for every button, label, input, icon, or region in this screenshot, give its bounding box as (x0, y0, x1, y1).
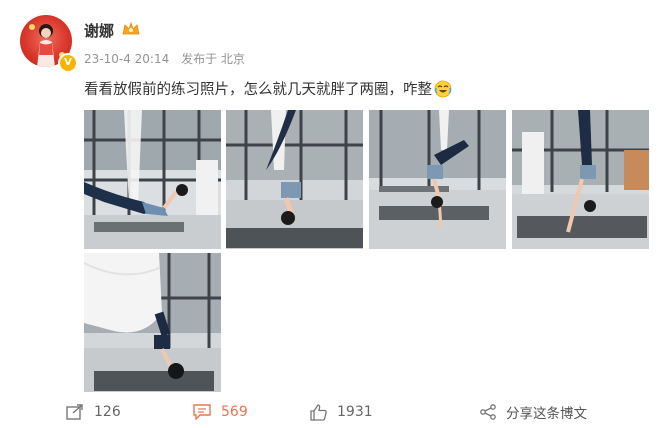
laugh-cry-emoji-icon (434, 80, 452, 98)
post-text-body: 看看放假前的练习照片，怎么就几天就胖了两圈，咋整 (84, 82, 432, 98)
post-photo-3[interactable] (369, 110, 506, 249)
comment-count: 569 (221, 404, 248, 420)
thumbs-up-icon (310, 403, 327, 421)
post-text: 看看放假前的练习照片，怎么就几天就胖了两圈，咋整 (84, 78, 452, 99)
comment-icon (193, 404, 211, 420)
share-icon (480, 404, 496, 420)
like-button[interactable]: 1931 (310, 402, 373, 422)
repost-icon (66, 404, 83, 420)
verified-icon: V (58, 53, 78, 73)
post-photo-2[interactable] (226, 110, 363, 249)
post-actions-bar: 126 569 1931 分享这条博文 (0, 396, 660, 428)
post-photo-5[interactable] (84, 253, 221, 392)
repost-count: 126 (94, 404, 121, 420)
post-meta: 23-10-4 20:14 发布于 北京 (84, 50, 253, 67)
repost-button[interactable]: 126 (66, 402, 121, 422)
crown-badge-icon[interactable] (121, 21, 141, 37)
share-label: 分享这条博文 (506, 406, 587, 422)
like-count: 1931 (337, 404, 373, 420)
post-date[interactable]: 23-10-4 20:14 (84, 52, 169, 66)
user-name[interactable]: 谢娜 (84, 20, 114, 41)
comment-button[interactable]: 569 (193, 402, 248, 422)
share-button[interactable]: 分享这条博文 (480, 402, 587, 422)
post-photo-1[interactable] (84, 110, 221, 249)
post-photo-4[interactable] (512, 110, 649, 249)
post-source: 发布于 北京 (181, 52, 245, 66)
